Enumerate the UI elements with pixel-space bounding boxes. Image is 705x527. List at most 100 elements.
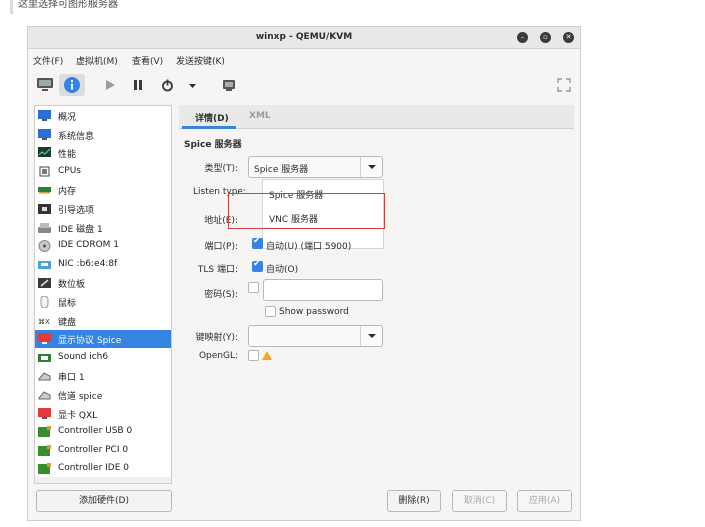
sidebar-item[interactable]: 性能 bbox=[35, 144, 171, 162]
play-icon bbox=[106, 80, 115, 90]
overview-icon bbox=[38, 110, 51, 122]
shutdown-button[interactable] bbox=[157, 74, 177, 96]
tab-details[interactable]: 详情(D) bbox=[195, 111, 229, 124]
warning-icon bbox=[262, 351, 272, 360]
section-title: Spice 服务器 bbox=[184, 140, 242, 150]
channel-icon bbox=[38, 389, 51, 401]
sidebar-item[interactable]: 数位板 bbox=[35, 274, 171, 292]
minimize-button[interactable]: – bbox=[517, 32, 528, 43]
sidebar-item-label: IDE 磁盘 1 bbox=[58, 224, 103, 235]
controller-icon bbox=[38, 444, 51, 457]
remove-button[interactable]: 删除(R) bbox=[387, 490, 441, 512]
sidebar-item[interactable]: Controller IDE 0 bbox=[35, 460, 171, 478]
sidebar-item[interactable]: 显示协议 Spice bbox=[35, 330, 171, 349]
sidebar-item[interactable]: 信道 spice bbox=[35, 386, 171, 404]
serial-icon bbox=[38, 370, 51, 382]
nic-icon bbox=[38, 259, 51, 271]
pause-button[interactable] bbox=[128, 74, 148, 96]
sound-icon bbox=[38, 352, 51, 364]
tls-port-label: TLS 端口: bbox=[197, 265, 238, 275]
pause-icon bbox=[134, 80, 142, 90]
type-select[interactable]: Spice 服务器 bbox=[248, 156, 383, 178]
cancel-button[interactable]: 取消(C) bbox=[452, 490, 507, 512]
menu-file[interactable]: 文件(F) bbox=[33, 54, 63, 67]
password-enable-checkbox[interactable] bbox=[248, 282, 259, 293]
keymap-select-toggle[interactable] bbox=[360, 326, 382, 346]
sidebar-item-label: 数位板 bbox=[58, 280, 86, 291]
horizontal-scrollbar[interactable] bbox=[35, 477, 171, 483]
sidebar-item-label: IDE CDROM 1 bbox=[58, 240, 120, 251]
opengl-checkbox[interactable] bbox=[248, 350, 259, 361]
title-bar[interactable]: winxp - QEMU/KVM – ▫ ✕ bbox=[28, 27, 580, 49]
system-info-icon bbox=[38, 128, 51, 141]
sidebar-item[interactable]: Controller USB 0 bbox=[35, 423, 171, 441]
menu-send-key[interactable]: 发送按键(K) bbox=[176, 54, 225, 67]
page-caption: 这里选择可图形服务器 bbox=[0, 0, 705, 14]
details-button[interactable] bbox=[59, 74, 85, 96]
sidebar-item-label: Sound ich6 bbox=[58, 351, 109, 362]
sidebar-item[interactable]: 系统信息 bbox=[35, 126, 171, 144]
sidebar-item[interactable]: Sound ich6 bbox=[35, 349, 171, 367]
keymap-label: 键映射(Y): bbox=[195, 333, 238, 343]
sidebar-item-label: 性能 bbox=[58, 150, 77, 161]
show-password-checkbox[interactable] bbox=[265, 306, 276, 317]
hardware-list[interactable]: 概况系统信息性能 CPUs 内存 引导选项 IDE 磁盘 1 IDE CDROM 1 NIC… bbox=[34, 105, 172, 484]
console-button[interactable] bbox=[34, 74, 56, 96]
sidebar-item[interactable]: Controller PCI 0 bbox=[35, 442, 171, 460]
performance-icon bbox=[38, 147, 51, 159]
fullscreen-button[interactable] bbox=[554, 74, 574, 96]
sidebar-item[interactable]: IDE 磁盘 1 bbox=[35, 219, 171, 237]
sidebar-item-label: NIC :b6:e4:8f bbox=[58, 258, 118, 269]
menu-bar: 文件(F) 虚拟机(M) 查看(V) 发送按键(K) bbox=[28, 50, 580, 70]
tab-bar: 详情(D) XML bbox=[179, 105, 574, 129]
shutdown-menu-button[interactable] bbox=[184, 74, 200, 96]
sidebar-item[interactable]: NIC :b6:e4:8f bbox=[35, 256, 171, 274]
window-title: winxp - QEMU/KVM bbox=[255, 32, 353, 42]
sidebar-item[interactable]: 引导选项 bbox=[35, 200, 171, 218]
caption-bar bbox=[10, 0, 13, 14]
chevron-down-icon bbox=[368, 334, 376, 338]
mouse-icon bbox=[38, 295, 51, 309]
sidebar-item[interactable]: 串口 1 bbox=[35, 367, 171, 385]
type-select-toggle[interactable] bbox=[360, 157, 382, 177]
run-button[interactable] bbox=[100, 74, 120, 96]
tls-auto-checkbox[interactable] bbox=[252, 259, 263, 272]
opengl-label: OpenGL: bbox=[198, 351, 238, 361]
sidebar-item[interactable]: IDE CDROM 1 bbox=[35, 237, 171, 255]
type-select-value: Spice 服务器 bbox=[254, 165, 309, 175]
tab-active-indicator bbox=[182, 126, 236, 129]
tls-auto-label: 自动(O) bbox=[266, 265, 299, 275]
maximize-button[interactable]: ▫ bbox=[540, 32, 551, 43]
cdrom-icon bbox=[38, 240, 51, 253]
boot-icon bbox=[38, 203, 51, 215]
sidebar-item-label: 键盘 bbox=[58, 317, 77, 328]
sidebar-item-label: 鼠标 bbox=[58, 299, 77, 309]
port-auto-label: 自动(U) (端口 5900) bbox=[266, 242, 352, 252]
port-auto-checkbox[interactable] bbox=[252, 236, 263, 249]
sidebar-item[interactable]: 概况 bbox=[35, 107, 171, 125]
cpu-icon bbox=[38, 166, 51, 178]
sidebar-item-label: 概况 bbox=[58, 113, 77, 123]
menu-view[interactable]: 查看(V) bbox=[132, 54, 163, 67]
tab-xml[interactable]: XML bbox=[249, 111, 271, 121]
sidebar-item-label: Controller PCI 0 bbox=[58, 444, 129, 455]
snapshot-icon bbox=[223, 80, 235, 91]
sidebar-item[interactable]: 鼠标 bbox=[35, 293, 171, 311]
sidebar-item[interactable]: 显卡 QXL bbox=[35, 405, 171, 423]
apply-button[interactable]: 应用(A) bbox=[517, 490, 572, 512]
password-field[interactable] bbox=[263, 279, 383, 301]
highlight-box bbox=[228, 193, 385, 229]
add-hardware-button[interactable]: 添加硬件(D) bbox=[36, 490, 172, 512]
sidebar-item-label: 串口 1 bbox=[58, 373, 85, 384]
info-icon bbox=[64, 77, 80, 93]
app-window: winxp - QEMU/KVM – ▫ ✕ 文件(F) 虚拟机(M) 查看(V… bbox=[27, 26, 581, 521]
close-button[interactable]: ✕ bbox=[563, 32, 574, 43]
menu-vm[interactable]: 虚拟机(M) bbox=[76, 54, 118, 67]
keymap-select[interactable] bbox=[248, 325, 383, 347]
snapshot-button[interactable] bbox=[219, 74, 239, 96]
controller-icon bbox=[38, 426, 51, 438]
sidebar-item[interactable]: CPUs bbox=[35, 163, 171, 181]
sidebar-item[interactable]: 内存 bbox=[35, 181, 171, 199]
sidebar-item[interactable]: ⌘X 键盘 bbox=[35, 312, 171, 330]
svg-text:⌘X: ⌘X bbox=[38, 318, 50, 326]
